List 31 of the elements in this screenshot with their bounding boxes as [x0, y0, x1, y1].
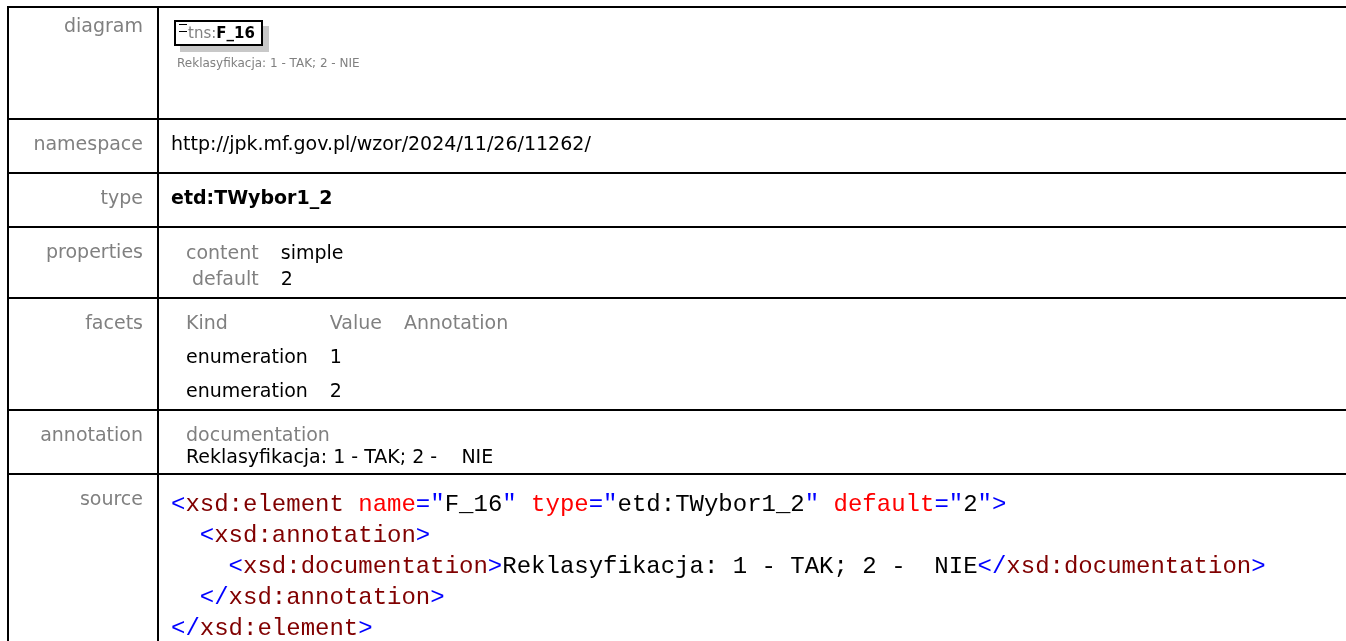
row-label: namespace — [33, 132, 143, 154]
facet-kind: enumeration — [186, 379, 308, 402]
code-line: <xsd:documentation>Reklasyfikacja: 1 - TAK; 2 - NIE</xsd:documentation> — [227, 552, 1267, 583]
column-header: Annotation — [404, 311, 510, 334]
type-value: etd:TWybor1_2 — [171, 186, 333, 208]
facet-kind: enumeration — [186, 345, 308, 368]
row-label: type — [100, 186, 143, 208]
code-line: </xsd:annotation> — [198, 583, 446, 614]
property-value: simple — [280, 240, 344, 265]
code-line: <xsd:annotation> — [198, 521, 432, 552]
annotation-heading: documentation — [186, 423, 331, 446]
property-name: default — [190, 265, 259, 291]
row-label: diagram — [64, 14, 143, 36]
lines-icon — [179, 24, 187, 32]
column-header: Value — [329, 311, 382, 334]
column-header: Kind — [186, 311, 229, 334]
node-name: F_16 — [216, 24, 255, 42]
row-label: annotation — [40, 423, 143, 446]
property-value: 2 — [280, 265, 294, 291]
node-prefix: tns: — [188, 24, 217, 42]
facet-value: 2 — [329, 379, 343, 402]
row-label: properties — [46, 240, 143, 262]
code-line: </xsd:element> — [171, 614, 374, 641]
row-label: source — [79, 487, 143, 510]
namespace-value: http://jpk.mf.gov.pl/wzor/2024/11/26/11262/ — [171, 132, 591, 154]
property-name: content — [186, 240, 259, 265]
node-caption: Reklasyfikacja: 1 - TAK; 2 - NIE — [177, 56, 361, 71]
facet-value: 1 — [329, 345, 343, 368]
annotation-text: Reklasyfikacja: 1 - TAK; 2 - NIE — [186, 445, 495, 468]
code-line: <xsd:element name="F_16" type="etd:TWybor1_2" default="2"> — [171, 490, 1008, 521]
row-label: facets — [85, 311, 143, 334]
